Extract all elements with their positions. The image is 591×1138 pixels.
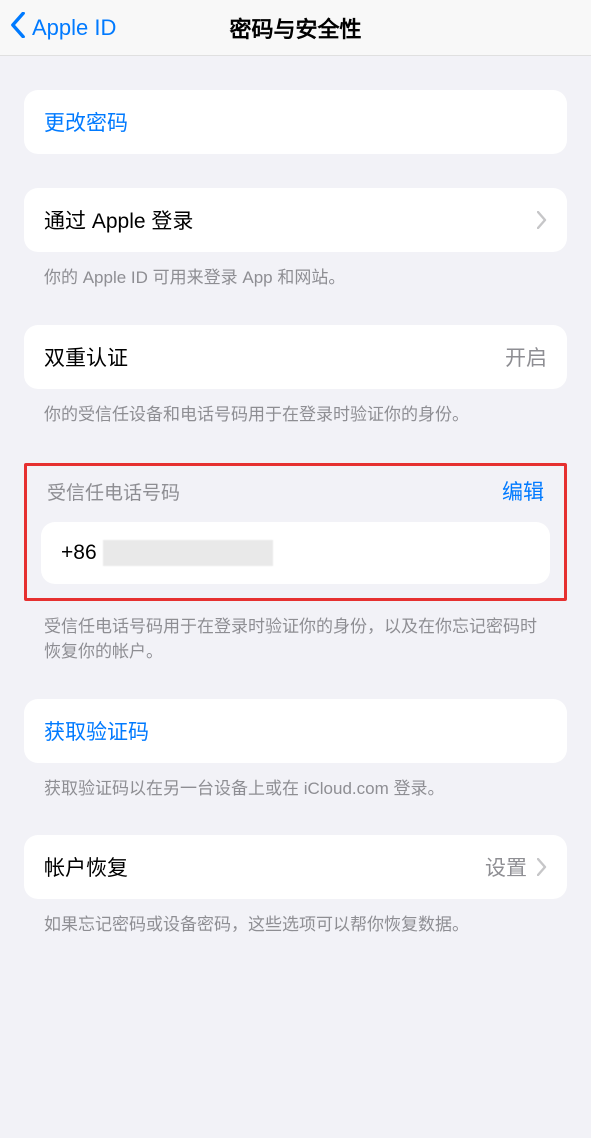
two-factor-row[interactable]: 双重认证 开启 <box>24 325 567 389</box>
back-label: Apple ID <box>32 15 116 41</box>
account-recovery-label: 帐户恢复 <box>44 852 128 882</box>
trusted-phone-row[interactable]: +86 <box>41 522 550 584</box>
change-password-label: 更改密码 <box>44 107 128 137</box>
get-code-row[interactable]: 获取验证码 <box>24 699 567 763</box>
two-factor-note: 你的受信任设备和电话号码用于在登录时验证你的身份。 <box>24 389 567 428</box>
signin-with-apple-note: 你的 Apple ID 可用来登录 App 和网站。 <box>24 252 567 291</box>
two-factor-label: 双重认证 <box>44 342 128 372</box>
account-recovery-note: 如果忘记密码或设备密码，这些选项可以帮你恢复数据。 <box>24 899 567 938</box>
two-factor-value: 开启 <box>505 342 547 372</box>
signin-with-apple-row[interactable]: 通过 Apple 登录 <box>24 188 567 252</box>
trusted-phone-note: 受信任电话号码用于在登录时验证你的身份，以及在你忘记密码时恢复你的帐户。 <box>24 601 567 664</box>
trusted-phone-highlight: 受信任电话号码 编辑 +86 <box>24 463 567 601</box>
change-password-row[interactable]: 更改密码 <box>24 90 567 154</box>
trusted-phone-header: 受信任电话号码 <box>47 478 180 505</box>
get-code-note: 获取验证码以在另一台设备上或在 iCloud.com 登录。 <box>24 763 567 802</box>
back-button[interactable]: Apple ID <box>10 0 116 56</box>
trusted-phone-prefix: +86 <box>61 541 97 565</box>
trusted-phone-edit-button[interactable]: 编辑 <box>502 476 544 506</box>
account-recovery-value: 设置 <box>485 852 527 882</box>
trusted-phone-redacted <box>103 540 273 566</box>
signin-with-apple-label: 通过 Apple 登录 <box>44 205 193 235</box>
account-recovery-row[interactable]: 帐户恢复 设置 <box>24 835 567 899</box>
chevron-right-icon <box>537 858 547 876</box>
get-code-label: 获取验证码 <box>44 716 149 746</box>
navbar: Apple ID 密码与安全性 <box>0 0 591 56</box>
chevron-right-icon <box>537 211 547 229</box>
chevron-left-icon <box>10 12 32 44</box>
